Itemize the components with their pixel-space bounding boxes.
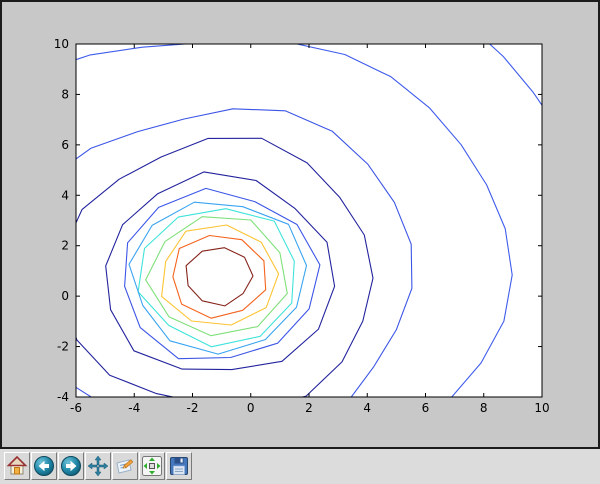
home-button[interactable] (4, 452, 30, 480)
navigation-toolbar (0, 449, 600, 484)
configure-subplots-button[interactable] (139, 452, 165, 480)
y-tick-label: 8 (61, 87, 69, 101)
pan-button[interactable] (85, 452, 111, 480)
x-tick-label: -2 (187, 401, 199, 415)
pan-icon (87, 455, 109, 477)
axes-background (76, 44, 542, 397)
back-icon (33, 455, 55, 477)
x-tick-label: 6 (422, 401, 430, 415)
x-tick-label: 0 (247, 401, 255, 415)
x-tick-label: -4 (128, 401, 140, 415)
figure-canvas[interactable]: -6-4-20246810-4-20246810 (0, 0, 600, 449)
zoom-rect-icon (114, 455, 136, 477)
x-tick-label: 2 (305, 401, 313, 415)
x-tick-label: 10 (534, 401, 549, 415)
configure-subplots-icon (141, 455, 163, 477)
forward-button[interactable] (58, 452, 84, 480)
y-tick-label: -4 (57, 390, 69, 404)
x-tick-label: -6 (70, 401, 82, 415)
matplotlib-figure-window: -6-4-20246810-4-20246810 (0, 0, 600, 484)
y-tick-label: 2 (61, 239, 69, 253)
save-button[interactable] (166, 452, 192, 480)
y-tick-label: 6 (61, 138, 69, 152)
save-icon (168, 455, 190, 477)
home-icon (6, 455, 28, 477)
y-tick-label: 0 (61, 289, 69, 303)
back-button[interactable] (31, 452, 57, 480)
contour-plot[interactable]: -6-4-20246810-4-20246810 (2, 2, 598, 447)
x-tick-label: 8 (480, 401, 488, 415)
y-tick-label: 4 (61, 188, 69, 202)
y-tick-label: -2 (57, 340, 69, 354)
forward-icon (60, 455, 82, 477)
y-tick-label: 10 (54, 37, 69, 51)
zoom-rect-button[interactable] (112, 452, 138, 480)
x-tick-label: 4 (363, 401, 371, 415)
